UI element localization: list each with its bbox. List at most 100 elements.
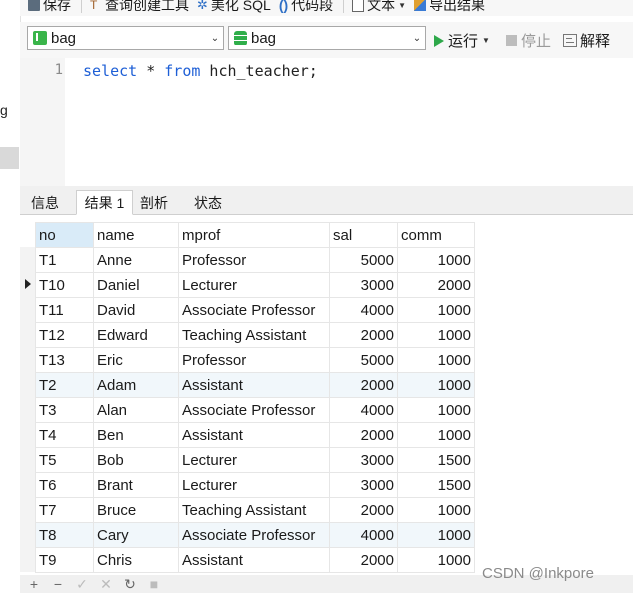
add-record-button[interactable]: + — [28, 576, 40, 592]
sql-editor[interactable]: 1 select * from hch_teacher; — [20, 58, 633, 186]
table-row[interactable]: T4 Ben Assistant 2000 1000 — [35, 422, 475, 448]
discard-changes-button[interactable]: ✕ — [100, 576, 112, 593]
snippet-button[interactable]: () 代码段 — [279, 0, 333, 15]
cell-comm[interactable]: 1000 — [397, 547, 475, 573]
cell-no[interactable]: T13 — [35, 347, 94, 373]
cell-comm[interactable]: 1500 — [397, 472, 475, 498]
tab-profile[interactable]: 剖析 — [134, 190, 174, 215]
cell-no[interactable]: T7 — [35, 497, 94, 523]
cell-comm[interactable]: 1000 — [397, 372, 475, 398]
tab-info[interactable]: 信息 — [25, 190, 65, 215]
cell-comm[interactable]: 1000 — [397, 297, 475, 323]
cell-name[interactable]: Anne — [93, 247, 179, 273]
cell-comm[interactable]: 2000 — [397, 272, 475, 298]
cell-no[interactable]: T2 — [35, 372, 94, 398]
table-row[interactable]: T7 Bruce Teaching Assistant 2000 1000 — [35, 497, 475, 523]
cell-mprof[interactable]: Teaching Assistant — [178, 322, 330, 348]
run-button[interactable]: 运行 ▼ — [434, 30, 490, 51]
cell-name[interactable]: Bruce — [93, 497, 179, 523]
cell-no[interactable]: T11 — [35, 297, 94, 323]
cell-sal[interactable]: 2000 — [329, 497, 398, 523]
stop-button[interactable]: 停止 — [506, 30, 551, 51]
delete-record-button[interactable]: − — [52, 576, 64, 592]
export-results-button[interactable]: 导出结果 — [414, 0, 485, 15]
text-mode-button[interactable]: 文本 ▼ — [352, 0, 406, 15]
table-row[interactable]: T1 Anne Professor 5000 1000 — [35, 247, 475, 273]
cell-comm[interactable]: 1000 — [397, 522, 475, 548]
database-select[interactable]: bag ⌄ — [228, 26, 426, 50]
cell-no[interactable]: T8 — [35, 522, 94, 548]
column-header-name[interactable]: name — [93, 222, 179, 248]
cell-name[interactable]: Adam — [93, 372, 179, 398]
query-builder-button[interactable]: T 查询创建工具 — [90, 0, 189, 15]
cell-no[interactable]: T4 — [35, 422, 94, 448]
table-row[interactable]: T12 Edward Teaching Assistant 2000 1000 — [35, 322, 475, 348]
table-row[interactable]: T9 Chris Assistant 2000 1000 — [35, 547, 475, 573]
beautify-sql-button[interactable]: ✲ 美化 SQL — [197, 0, 271, 15]
cell-name[interactable]: Brant — [93, 472, 179, 498]
cell-sal[interactable]: 2000 — [329, 372, 398, 398]
cell-mprof[interactable]: Professor — [178, 247, 330, 273]
cell-sal[interactable]: 2000 — [329, 422, 398, 448]
table-row[interactable]: T8 Cary Associate Professor 4000 1000 — [35, 522, 475, 548]
cell-name[interactable]: Chris — [93, 547, 179, 573]
cell-no[interactable]: T10 — [35, 272, 94, 298]
cell-sal[interactable]: 3000 — [329, 472, 398, 498]
table-row[interactable]: T6 Brant Lecturer 3000 1500 — [35, 472, 475, 498]
save-button[interactable]: 保存 — [28, 0, 71, 15]
explain-button[interactable]: 解释 — [563, 30, 610, 51]
cell-name[interactable]: David — [93, 297, 179, 323]
cell-mprof[interactable]: Teaching Assistant — [178, 497, 330, 523]
refresh-button[interactable]: ↻ — [124, 576, 136, 593]
cell-mprof[interactable]: Lecturer — [178, 272, 330, 298]
apply-changes-button[interactable]: ✓ — [76, 576, 88, 593]
cell-sal[interactable]: 4000 — [329, 397, 398, 423]
table-row[interactable]: T10 Daniel Lecturer 3000 2000 — [35, 272, 475, 298]
cell-mprof[interactable]: Associate Professor — [178, 397, 330, 423]
column-header-comm[interactable]: comm — [397, 222, 475, 248]
cell-mprof[interactable]: Associate Professor — [178, 522, 330, 548]
table-row[interactable]: T2 Adam Assistant 2000 1000 — [35, 372, 475, 398]
cell-comm[interactable]: 1000 — [397, 497, 475, 523]
column-header-mprof[interactable]: mprof — [178, 222, 330, 248]
table-row[interactable]: T11 David Associate Professor 4000 1000 — [35, 297, 475, 323]
cell-sal[interactable]: 5000 — [329, 347, 398, 373]
cell-comm[interactable]: 1000 — [397, 422, 475, 448]
cell-comm[interactable]: 1000 — [397, 322, 475, 348]
table-row[interactable]: T3 Alan Associate Professor 4000 1000 — [35, 397, 475, 423]
cell-sal[interactable]: 2000 — [329, 547, 398, 573]
column-header-sal[interactable]: sal — [329, 222, 398, 248]
cell-mprof[interactable]: Associate Professor — [178, 297, 330, 323]
left-panel-selected-item[interactable] — [0, 147, 19, 169]
cell-mprof[interactable]: Lecturer — [178, 447, 330, 473]
result-table[interactable]: no name mprof sal comm T1 Anne Professor 50… — [35, 222, 475, 573]
cell-comm[interactable]: 1500 — [397, 447, 475, 473]
cell-no[interactable]: T9 — [35, 547, 94, 573]
cell-name[interactable]: Eric — [93, 347, 179, 373]
cell-mprof[interactable]: Professor — [178, 347, 330, 373]
cell-sal[interactable]: 2000 — [329, 322, 398, 348]
cell-sal[interactable]: 3000 — [329, 447, 398, 473]
cell-sal[interactable]: 5000 — [329, 247, 398, 273]
cell-comm[interactable]: 1000 — [397, 397, 475, 423]
connection-select[interactable]: bag ⌄ — [27, 26, 224, 50]
cell-name[interactable]: Cary — [93, 522, 179, 548]
cell-comm[interactable]: 1000 — [397, 247, 475, 273]
cell-mprof[interactable]: Assistant — [178, 422, 330, 448]
table-row[interactable]: T5 Bob Lecturer 3000 1500 — [35, 447, 475, 473]
cell-sal[interactable]: 4000 — [329, 297, 398, 323]
cell-no[interactable]: T1 — [35, 247, 94, 273]
cell-mprof[interactable]: Assistant — [178, 372, 330, 398]
cell-name[interactable]: Alan — [93, 397, 179, 423]
sql-code-line[interactable]: select * from hch_teacher; — [83, 62, 318, 80]
table-row[interactable]: T13 Eric Professor 5000 1000 — [35, 347, 475, 373]
stop-refresh-button[interactable]: ■ — [148, 576, 160, 592]
cell-name[interactable]: Daniel — [93, 272, 179, 298]
cell-name[interactable]: Edward — [93, 322, 179, 348]
cell-name[interactable]: Bob — [93, 447, 179, 473]
cell-no[interactable]: T12 — [35, 322, 94, 348]
cell-no[interactable]: T3 — [35, 397, 94, 423]
cell-name[interactable]: Ben — [93, 422, 179, 448]
cell-mprof[interactable]: Assistant — [178, 547, 330, 573]
result-grid[interactable]: no name mprof sal comm T1 Anne Professor 50… — [20, 215, 633, 575]
